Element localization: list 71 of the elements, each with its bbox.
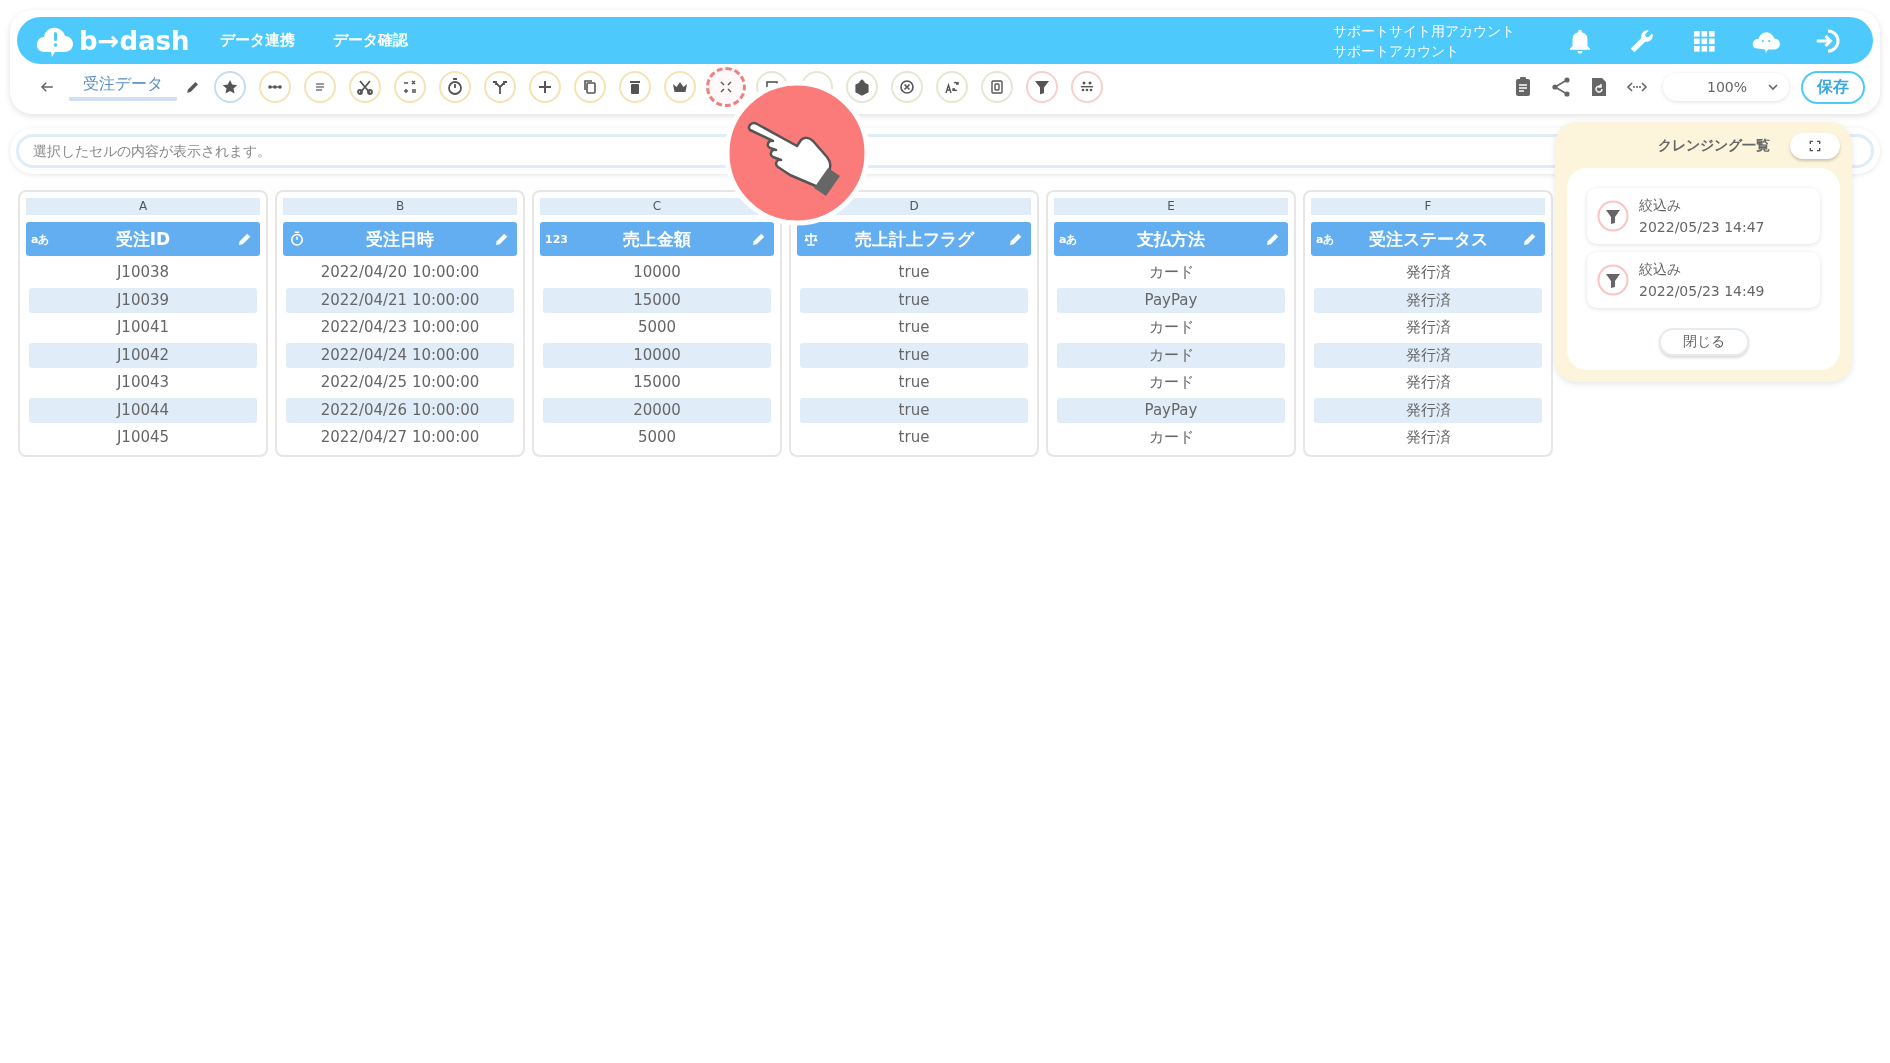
table-cell[interactable]: true xyxy=(800,342,1028,368)
table-cell[interactable]: J10041 xyxy=(29,315,257,340)
fullscreen-icon xyxy=(1807,138,1823,154)
table-cell[interactable]: 15000 xyxy=(543,370,771,395)
cleansing-item[interactable]: 絞込み 2022/05/23 14:49 xyxy=(1587,252,1820,308)
column-letter[interactable]: F xyxy=(1311,198,1545,215)
zoom-select[interactable]: 100% xyxy=(1662,73,1789,101)
table-cell[interactable]: カード xyxy=(1057,342,1285,368)
table-cell[interactable]: 発行済 xyxy=(1314,342,1542,368)
table-cell[interactable]: 2022/04/23 10:00:00 xyxy=(286,315,514,340)
table-cell[interactable]: J10045 xyxy=(29,425,257,450)
table-cell[interactable]: 2022/04/27 10:00:00 xyxy=(286,425,514,450)
account-name: サポートアカウント xyxy=(1333,41,1460,61)
table-cell[interactable]: 発行済 xyxy=(1314,397,1542,423)
table-cell[interactable]: 2022/04/21 10:00:00 xyxy=(286,287,514,313)
scale-icon xyxy=(802,230,820,248)
type-label: aあ xyxy=(1316,231,1335,247)
logo-text: b→dash xyxy=(79,25,190,56)
sheet-name[interactable]: 受注データ xyxy=(69,73,177,101)
table-cell[interactable]: 発行済 xyxy=(1314,370,1542,395)
table-cell[interactable]: true xyxy=(800,425,1028,450)
table-cell[interactable]: 発行済 xyxy=(1314,260,1542,285)
table-cell[interactable]: カード xyxy=(1057,315,1285,340)
table-cell[interactable]: 2022/04/20 10:00:00 xyxy=(286,260,514,285)
table-cell[interactable]: J10044 xyxy=(29,397,257,423)
column-letter[interactable]: B xyxy=(283,198,517,215)
panel-title: クレンジング一覧 xyxy=(1658,137,1770,155)
table-cell[interactable]: J10043 xyxy=(29,370,257,395)
table-cell[interactable]: 5000 xyxy=(543,315,771,340)
item-label: 絞込み xyxy=(1639,196,1682,215)
table-cell[interactable]: PayPay xyxy=(1057,397,1285,423)
table-cell[interactable]: true xyxy=(800,287,1028,313)
tool-button[interactable] xyxy=(1070,71,1103,103)
item-time: 2022/05/23 14:47 xyxy=(1639,218,1765,237)
table-cell[interactable]: 2022/04/26 10:00:00 xyxy=(286,397,514,423)
table-cell[interactable]: 10000 xyxy=(543,260,771,285)
table-cell[interactable]: true xyxy=(800,370,1028,395)
table-cell[interactable]: 5000 xyxy=(543,425,771,450)
table-cell[interactable]: true xyxy=(800,315,1028,340)
table-cell[interactable]: 20000 xyxy=(543,397,771,423)
account-name: サポートサイト用アカウント xyxy=(1333,21,1515,41)
table-cell[interactable]: 2022/04/24 10:00:00 xyxy=(286,342,514,368)
chevron-down-icon xyxy=(1767,81,1779,93)
type-label: aあ xyxy=(31,231,50,247)
close-button[interactable]: 閉じる xyxy=(1658,328,1749,356)
item-label: 絞込み xyxy=(1639,260,1682,279)
table-cell[interactable]: 発行済 xyxy=(1314,287,1542,313)
cleansing-item[interactable]: 絞込み 2022/05/23 14:47 xyxy=(1587,188,1820,244)
table-cell[interactable]: true xyxy=(800,260,1028,285)
table-cell[interactable]: J10042 xyxy=(29,342,257,368)
table-cell[interactable]: 発行済 xyxy=(1314,425,1542,450)
table-cell[interactable]: 発行済 xyxy=(1314,315,1542,340)
filter-icon xyxy=(1597,264,1629,296)
item-time: 2022/05/23 14:49 xyxy=(1639,282,1765,301)
stopwatch-icon xyxy=(288,230,306,248)
table-cell[interactable]: 10000 xyxy=(543,342,771,368)
table-cell[interactable]: 15000 xyxy=(543,287,771,313)
table-cell[interactable]: true xyxy=(800,397,1028,423)
tool-button[interactable] xyxy=(1025,71,1058,103)
column-letter[interactable]: A xyxy=(26,198,260,215)
table-cell[interactable]: カード xyxy=(1057,425,1285,450)
table-cell[interactable]: カード xyxy=(1057,260,1285,285)
table-cell[interactable]: J10039 xyxy=(29,287,257,313)
column-letter[interactable]: E xyxy=(1054,198,1288,215)
table-cell[interactable]: J10038 xyxy=(29,260,257,285)
type-label: aあ xyxy=(1059,231,1078,247)
filter-icon xyxy=(1597,200,1629,232)
table-cell[interactable]: 2022/04/25 10:00:00 xyxy=(286,370,514,395)
table-cell[interactable]: PayPay xyxy=(1057,287,1285,313)
table-cell[interactable]: カード xyxy=(1057,370,1285,395)
type-label: 123 xyxy=(545,232,568,246)
